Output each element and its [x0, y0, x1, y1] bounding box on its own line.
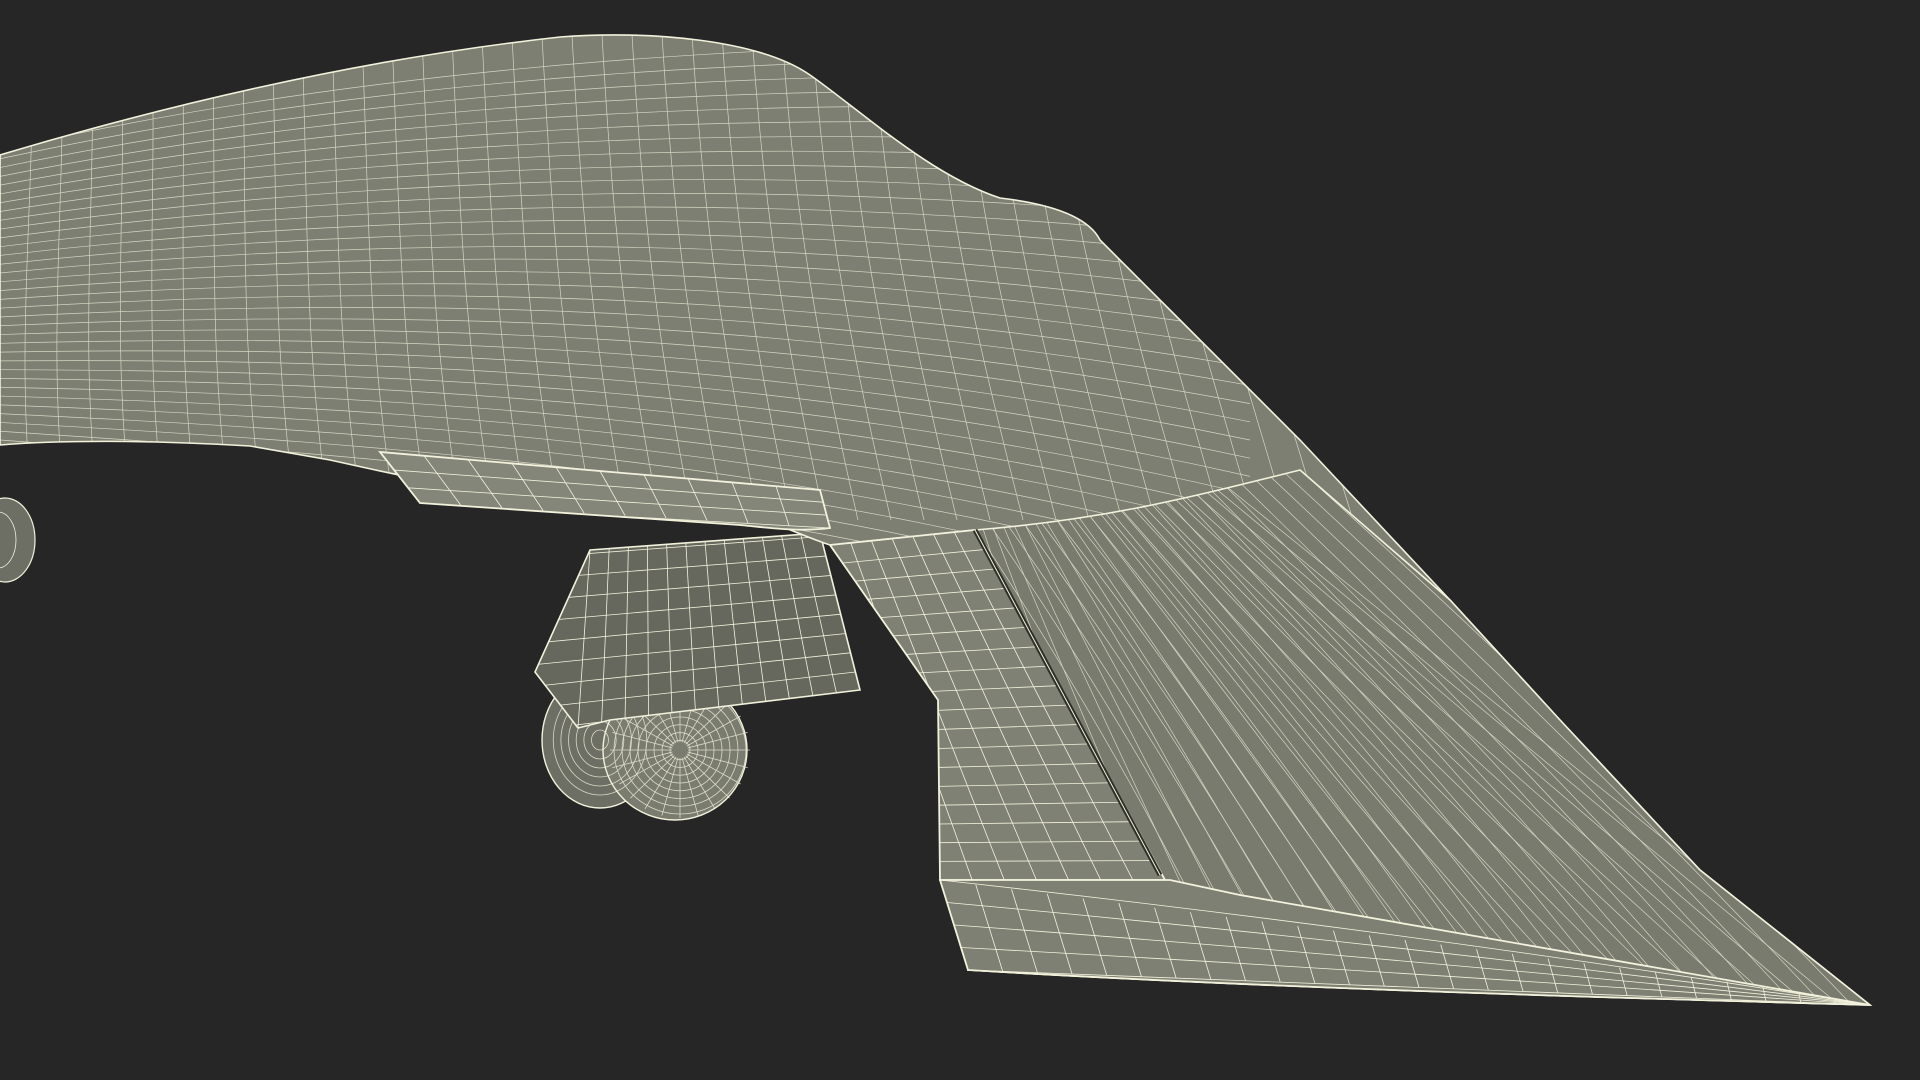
render-viewport — [0, 0, 1920, 1080]
wireframe-aircraft-render — [0, 0, 1920, 1080]
